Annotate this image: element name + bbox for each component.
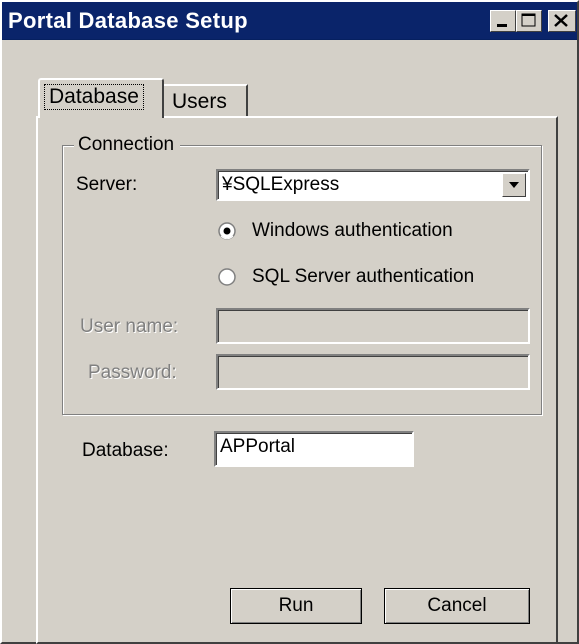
server-combobox[interactable]: ¥SQLExpress (216, 169, 530, 201)
tab-users-label: Users (172, 90, 227, 113)
sql-auth-label: SQL Server authentication (252, 266, 475, 287)
window-title: Portal Database Setup (8, 8, 248, 33)
maximize-icon (521, 13, 536, 27)
database-value: APPortal (220, 436, 295, 457)
password-field[interactable] (216, 354, 530, 390)
tab-users[interactable]: Users (164, 84, 248, 116)
server-dropdown-button[interactable] (502, 173, 526, 197)
username-field[interactable] (216, 308, 530, 344)
windows-auth-label: Windows authentication (252, 220, 453, 241)
database-label: Database: (82, 440, 169, 461)
connection-legend: Connection (74, 134, 181, 156)
tab-database-label: Database (44, 84, 144, 110)
title-bar[interactable]: Portal Database Setup (2, 2, 577, 40)
minimize-icon (497, 24, 507, 27)
close-icon (554, 14, 568, 27)
maximize-button[interactable] (516, 10, 542, 32)
minimize-button[interactable] (490, 10, 516, 32)
windows-auth-radio[interactable] (218, 222, 236, 240)
server-label: Server: (76, 174, 138, 195)
sql-auth-radio[interactable] (218, 268, 236, 286)
close-button[interactable] (548, 10, 576, 32)
chevron-down-icon (509, 182, 519, 188)
password-label: Password: (88, 362, 177, 383)
username-label: User name: (80, 316, 179, 337)
run-button[interactable]: Run (230, 588, 362, 624)
cancel-button-label: Cancel (427, 595, 487, 616)
cancel-button[interactable]: Cancel (384, 588, 530, 624)
dialog-window: Portal Database Setup Database Users Con… (0, 0, 579, 644)
server-value: ¥SQLExpress (222, 174, 340, 195)
database-field[interactable]: APPortal (214, 431, 414, 467)
tab-database[interactable]: Database (38, 78, 164, 118)
run-button-label: Run (278, 595, 314, 616)
